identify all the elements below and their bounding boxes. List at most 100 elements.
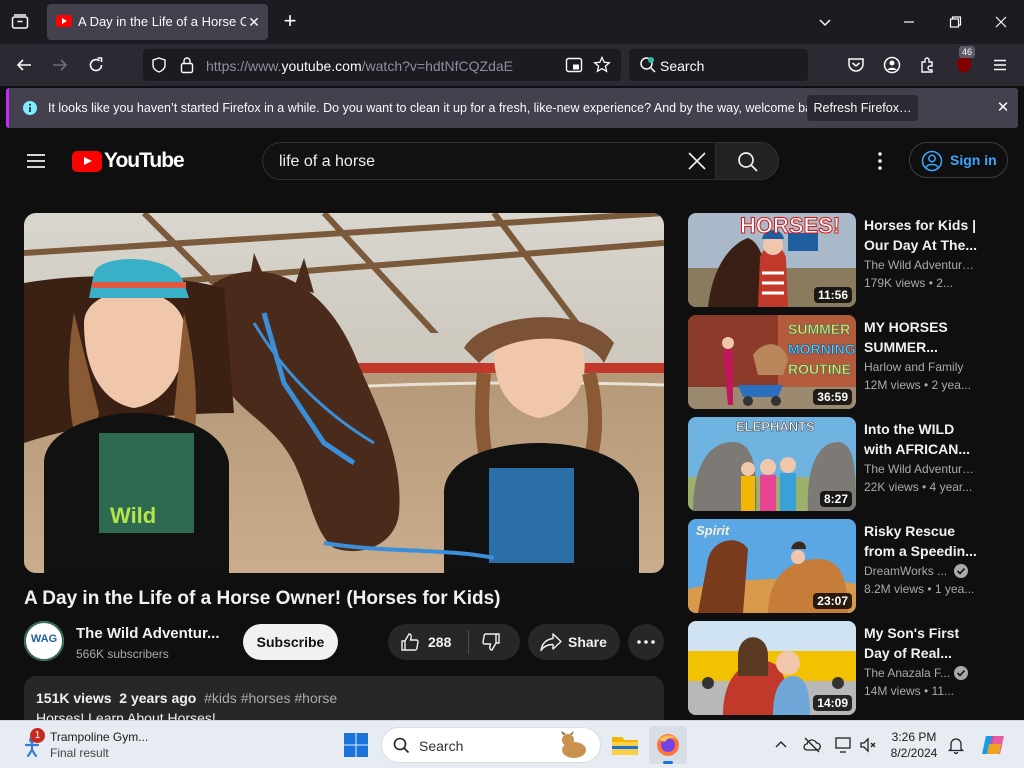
video-duration: 11:56: [813, 287, 852, 303]
app-menu-icon[interactable]: [987, 52, 1013, 78]
recommended-video-title[interactable]: Horses for Kids | Our Day At The...: [864, 215, 982, 255]
widget-subtitle: Final result: [50, 746, 109, 760]
thumbs-down-icon: [481, 632, 501, 652]
subscribe-button[interactable]: Subscribe: [243, 624, 338, 660]
recommended-video[interactable]: SUMMER MORNING ROUTINE 36:59 MY HORSES S…: [688, 315, 1024, 409]
recommended-video-title[interactable]: MY HORSES SUMMER...: [864, 317, 982, 357]
channel-name-link[interactable]: The Wild Adventur...: [76, 625, 224, 642]
share-button[interactable]: Share: [528, 624, 620, 660]
video-duration: 23:07: [813, 593, 852, 609]
video-thumbnail[interactable]: Spirit 23:07: [688, 519, 856, 613]
widget-title: Trampoline Gym...: [50, 730, 149, 744]
back-icon[interactable]: [11, 52, 37, 78]
recommended-video[interactable]: Spirit 23:07 Risky Rescue from a Speedin…: [688, 519, 1024, 613]
more-actions-button[interactable]: [628, 624, 664, 660]
refresh-firefox-button[interactable]: Refresh Firefox…: [807, 95, 918, 121]
video-thumbnail[interactable]: ELEPHANTS 8:27: [688, 417, 856, 511]
user-circle-icon: [921, 150, 943, 172]
video-duration: 8:27: [819, 491, 852, 507]
firefox-taskbar-icon[interactable]: [649, 726, 687, 764]
taskbar-search-box[interactable]: Search: [381, 727, 601, 763]
settings-more-icon[interactable]: [868, 149, 892, 173]
search-query-text: life of a horse: [279, 153, 376, 170]
recommended-video-meta: 179K views • 2...: [864, 276, 953, 290]
tab-list-icon[interactable]: [8, 10, 32, 34]
guide-menu-icon[interactable]: [24, 149, 48, 173]
recommended-video[interactable]: ELEPHANTS 8:27 Into the WILD with AFRICA…: [688, 417, 1024, 511]
avatar-text: WAG: [30, 633, 58, 645]
recommended-channel-name[interactable]: The Wild Adventure...: [864, 462, 976, 476]
windows-start-icon[interactable]: [343, 732, 369, 758]
recommended-video[interactable]: 14:09 My Son's First Day of Real... The …: [688, 621, 1024, 715]
recommended-channel-name[interactable]: Harlow and Family: [864, 360, 976, 374]
tracking-protection-shield-icon[interactable]: [151, 57, 167, 73]
cloud-sync-icon[interactable]: [802, 735, 822, 755]
notification-close-icon[interactable]: ✕: [994, 99, 1012, 117]
recommended-video-title[interactable]: Risky Rescue from a Speedin...: [864, 521, 982, 561]
browser-search-bar[interactable]: Search: [629, 49, 808, 81]
upload-age: 2 years ago: [119, 690, 197, 706]
recommended-video-title[interactable]: Into the WILD with AFRICAN...: [864, 419, 982, 459]
ublock-extension-icon[interactable]: 46: [951, 46, 977, 78]
reload-icon[interactable]: [83, 52, 109, 78]
video-thumbnail[interactable]: HORSES! 11:56: [688, 213, 856, 307]
tab-close-icon[interactable]: ✕: [246, 14, 262, 30]
hashtags[interactable]: #kids #horses #horse: [204, 690, 337, 706]
picture-in-picture-icon[interactable]: [565, 57, 583, 73]
active-tab[interactable]: A Day in the Life of a Horse Owner! (Hor…: [47, 4, 268, 40]
account-icon[interactable]: [879, 52, 905, 78]
volume-muted-icon[interactable]: [858, 735, 878, 755]
like-dislike-group: 288: [388, 624, 520, 660]
extension-badge: 46: [959, 46, 976, 58]
tab-title: A Day in the Life of a Horse Owner! (Hor…: [78, 14, 246, 29]
recommended-video-meta: 22K views • 4 year...: [864, 480, 973, 494]
taskbar-clock[interactable]: 3:26 PM 8/2/2024: [886, 729, 942, 761]
url-path: /watch?v=hdtNfCQZdaE: [361, 58, 513, 74]
thumbnail-text-line-1: SUMMER: [788, 321, 851, 338]
new-tab-button[interactable]: +: [278, 10, 302, 34]
extensions-icon[interactable]: [915, 52, 941, 78]
youtube-header: YouTube life of a horse Sign in: [0, 130, 1024, 192]
video-thumbnail[interactable]: 14:09: [688, 621, 856, 715]
recommended-video-title[interactable]: My Son's First Day of Real...: [864, 623, 982, 663]
lock-icon[interactable]: [179, 56, 195, 74]
copilot-icon[interactable]: [980, 732, 1006, 758]
channel-avatar[interactable]: WAG: [24, 621, 64, 661]
pocket-icon[interactable]: [843, 52, 869, 78]
close-window-icon[interactable]: [989, 10, 1013, 34]
bookmark-star-icon[interactable]: [593, 56, 611, 74]
restore-icon[interactable]: [943, 10, 967, 34]
like-count: 288: [428, 634, 452, 650]
notification-bell-icon[interactable]: [946, 735, 966, 755]
verified-badge-icon: [954, 666, 968, 680]
search-engine-icon: [639, 56, 657, 74]
youtube-favicon-icon: [56, 15, 72, 27]
video-player[interactable]: Wild: [24, 213, 664, 573]
url-domain: youtube.com: [281, 58, 362, 74]
address-bar[interactable]: https://www.youtube.com/watch?v=hdtNfCQZ…: [143, 49, 621, 81]
recommended-video[interactable]: HORSES! 11:56 Horses for Kids | Our Day …: [688, 213, 1024, 307]
video-thumbnail[interactable]: SUMMER MORNING ROUTINE 36:59: [688, 315, 856, 409]
refresh-firefox-notification: It looks like you haven’t started Firefo…: [6, 88, 1018, 128]
dislike-button[interactable]: [469, 624, 520, 660]
share-arrow-icon: [540, 632, 562, 652]
list-all-tabs-icon[interactable]: [813, 10, 837, 34]
recommended-video-meta: 12M views • 2 yea...: [864, 378, 971, 392]
thumbnail-text-line-2: MORNING: [788, 341, 856, 358]
minimize-icon[interactable]: [897, 10, 921, 34]
active-app-indicator: [663, 761, 673, 764]
youtube-search-button[interactable]: [715, 142, 779, 180]
youtube-logo[interactable]: YouTube: [72, 149, 185, 172]
clear-search-icon[interactable]: [683, 147, 711, 175]
forward-icon[interactable]: [47, 52, 73, 78]
display-network-icon[interactable]: [834, 735, 854, 755]
sports-widget[interactable]: 1 Trampoline Gym... Final result: [18, 727, 208, 763]
like-button[interactable]: 288: [388, 624, 468, 660]
recommended-channel-name[interactable]: The Wild Adventure...: [864, 258, 976, 272]
youtube-search-input[interactable]: life of a horse: [262, 142, 716, 180]
show-hidden-icons-chevron-icon[interactable]: [771, 735, 791, 755]
file-explorer-icon[interactable]: [606, 726, 644, 764]
youtube-play-logo-icon: [72, 150, 102, 172]
sign-in-button[interactable]: Sign in: [909, 142, 1008, 178]
thumbnail-text-line-3: ROUTINE: [788, 361, 852, 378]
